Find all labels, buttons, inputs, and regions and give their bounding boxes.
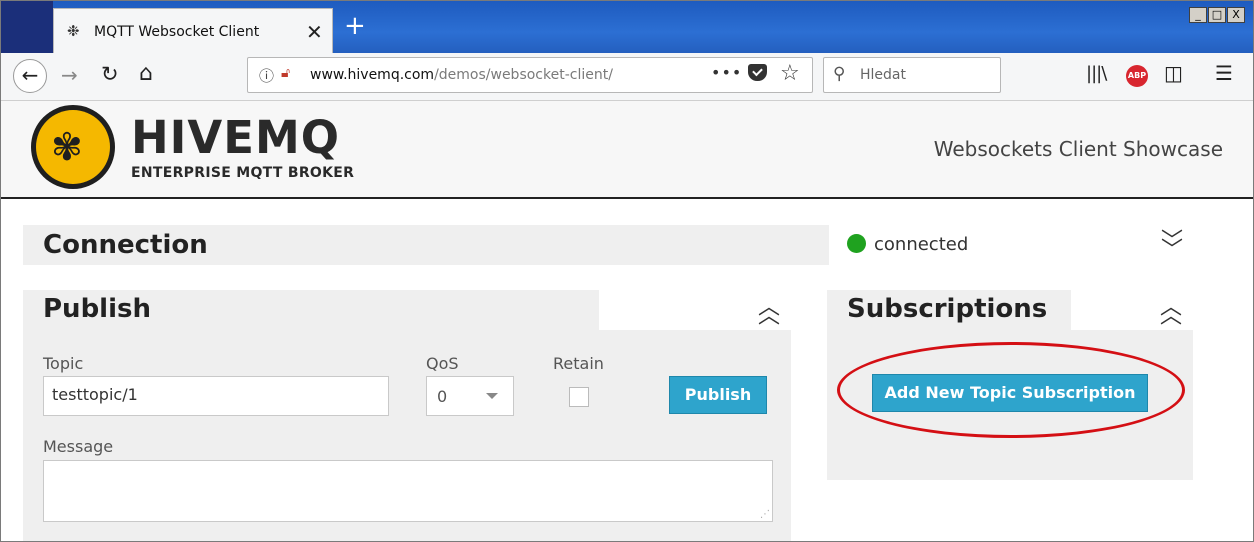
publish-panel: Publish ︿ ︿ Topic testtopic/1 QoS 0 Retai… — [23, 290, 791, 541]
chevron-down-icon — [486, 393, 498, 399]
title-bar: ❉ MQTT Websocket Client ✕ + _ □ X — [1, 1, 1253, 53]
publish-button[interactable]: Publish — [669, 376, 767, 414]
resize-grip-icon[interactable]: ⋰ — [760, 509, 770, 520]
brand-tagline: ENTERPRISE MQTT BROKER — [131, 165, 355, 181]
collapse-subscriptions-icon[interactable]: ︿ ︿ — [1160, 297, 1182, 328]
connection-panel-header[interactable]: Connection — [23, 225, 829, 265]
hivemq-logo[interactable]: ✾ — [31, 105, 115, 189]
adblock-plus-icon[interactable]: ABP — [1126, 65, 1148, 87]
expand-connection-icon[interactable]: ﹀ ﹀ — [1161, 231, 1183, 262]
sidebar-icon[interactable]: ◫ — [1164, 61, 1183, 85]
search-input[interactable] — [860, 64, 990, 86]
subscriptions-title: Subscriptions — [847, 294, 1048, 324]
menu-icon[interactable]: ☰ — [1215, 61, 1233, 85]
home-icon[interactable]: ⌂ — [139, 61, 153, 86]
qos-value: 0 — [437, 387, 448, 406]
title-bar-edge — [1, 1, 53, 53]
retain-checkbox[interactable] — [569, 387, 589, 407]
bee-icon: ✾ — [51, 125, 83, 169]
page-actions-icon[interactable]: ••• — [711, 63, 742, 82]
url-domain: www.hivemq.com — [310, 67, 435, 83]
site-header: ✾ HIVEMQ ENTERPRISE MQTT BROKER Websocke… — [1, 101, 1253, 199]
topic-label: Topic — [43, 354, 84, 373]
topic-input[interactable]: testtopic/1 — [43, 376, 389, 416]
address-bar[interactable]: ⓘ 🔓︎ www.hivemq.com/demos/websocket-clie… — [247, 57, 813, 93]
message-label: Message — [43, 437, 114, 456]
search-bar[interactable]: ⚲ — [823, 57, 1001, 93]
forward-arrow-icon[interactable]: → — [61, 63, 78, 87]
navigation-bar: ← → ↻ ⌂ ⓘ 🔓︎ www.hivemq.com/demos/websoc… — [1, 53, 1253, 101]
highlight-ellipse — [837, 342, 1185, 438]
qos-select[interactable]: 0 — [426, 376, 514, 416]
close-tab-icon[interactable]: ✕ — [306, 20, 323, 44]
url-text[interactable]: www.hivemq.com/demos/websocket-client/ — [310, 67, 613, 83]
library-icon[interactable]: |||\ — [1086, 63, 1107, 84]
message-textarea[interactable]: ⋰ — [43, 460, 773, 522]
insecure-lock-icon[interactable]: 🔓︎ — [281, 65, 290, 81]
browser-window: ❉ MQTT Websocket Client ✕ + _ □ X ← → ↻ … — [0, 0, 1254, 542]
connection-title: Connection — [43, 230, 208, 260]
pocket-icon[interactable] — [748, 64, 767, 81]
close-window-button[interactable]: X — [1227, 7, 1245, 23]
back-arrow-icon[interactable]: ← — [13, 59, 47, 93]
tab-title: MQTT Websocket Client — [94, 24, 260, 40]
collapse-publish-icon[interactable]: ︿ ︿ — [758, 297, 780, 328]
search-icon: ⚲ — [833, 64, 846, 84]
bee-icon-background: ✾ — [36, 110, 110, 184]
connection-status-icon — [847, 234, 866, 253]
retain-label: Retain — [553, 354, 604, 373]
tab-mqtt-client[interactable]: ❉ MQTT Websocket Client ✕ — [53, 8, 333, 53]
showcase-title: Websockets Client Showcase — [933, 137, 1223, 161]
site-info-icon[interactable]: ⓘ — [259, 65, 274, 86]
publish-title: Publish — [43, 294, 151, 324]
url-path: /demos/websocket-client/ — [434, 67, 613, 83]
minimize-button[interactable]: _ — [1189, 7, 1207, 23]
hivemq-favicon-icon: ❉ — [67, 22, 80, 40]
brand-name: HIVEMQ — [131, 111, 341, 164]
reload-icon[interactable]: ↻ — [101, 62, 119, 86]
new-tab-icon[interactable]: + — [344, 13, 366, 39]
window-controls: _ □ X — [1189, 7, 1245, 23]
connection-status: connected — [874, 234, 969, 255]
maximize-button[interactable]: □ — [1208, 7, 1226, 23]
qos-label: QoS — [426, 354, 459, 373]
bookmark-star-icon[interactable]: ☆ — [780, 61, 800, 86]
